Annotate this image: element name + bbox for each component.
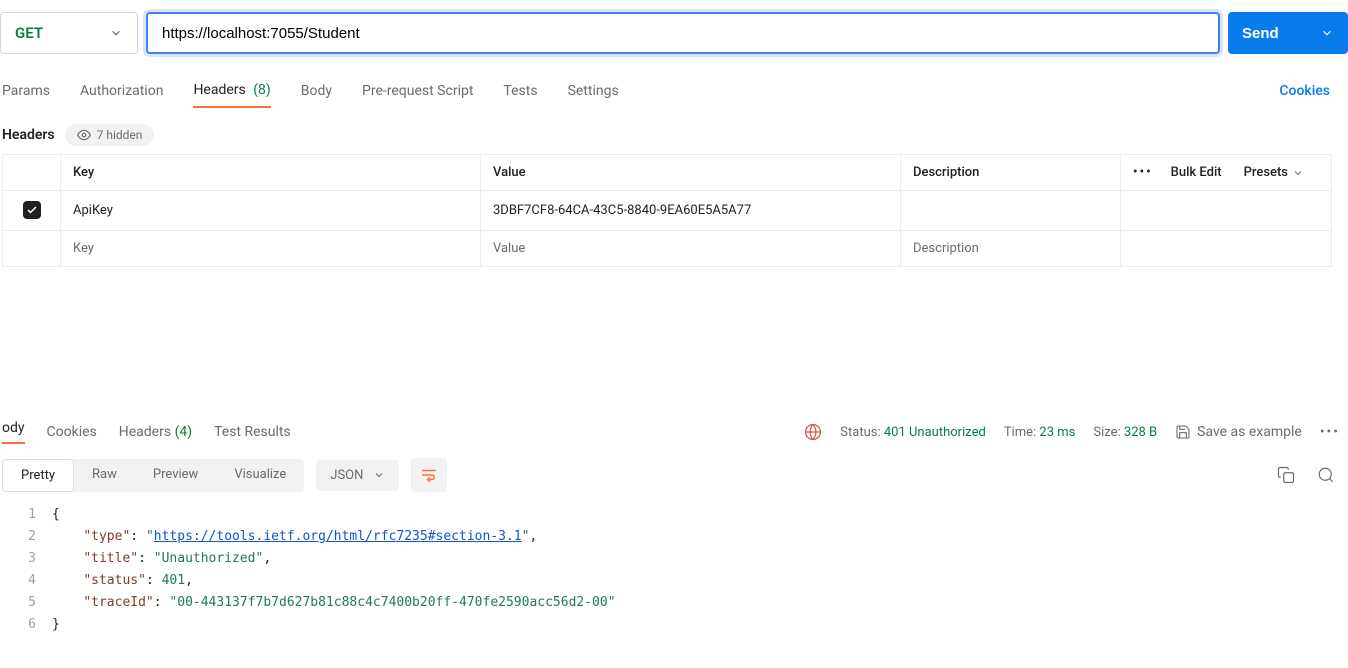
chevron-down-icon (1292, 167, 1304, 179)
table-row-empty[interactable]: Key Value Description (3, 231, 1332, 267)
response-tab-body[interactable]: ody (2, 420, 25, 444)
chevron-down-icon (1320, 26, 1334, 40)
globe-error-icon[interactable] (804, 423, 822, 441)
header-value-cell[interactable]: 3DBF7CF8-64CA-43C5-8840-9EA60E5A5A77 (481, 191, 901, 231)
col-value: Value (481, 155, 901, 191)
response-body[interactable]: 123456 { "type": "https://tools.ietf.org… (0, 500, 1348, 636)
search-button[interactable] (1312, 461, 1340, 489)
tab-headers-label: Headers (193, 82, 245, 98)
size-meta: Size: 328 B (1093, 425, 1157, 440)
col-key: Key (61, 155, 481, 191)
tab-headers[interactable]: Headers (8) (193, 74, 270, 108)
tab-prerequest[interactable]: Pre-request Script (362, 75, 473, 107)
time-meta: Time: 23 ms (1004, 425, 1076, 440)
table-row[interactable]: ApiKey 3DBF7CF8-64CA-43C5-8840-9EA60E5A5… (3, 191, 1332, 231)
view-raw[interactable]: Raw (74, 459, 135, 492)
response-tab-test-results[interactable]: Test Results (214, 424, 291, 440)
tab-params[interactable]: Params (2, 75, 50, 107)
copy-icon (1277, 466, 1295, 484)
copy-button[interactable] (1272, 461, 1300, 489)
http-method-select[interactable]: GET (0, 12, 138, 54)
header-key-cell[interactable]: ApiKey (61, 191, 481, 231)
more-actions-icon[interactable]: ••• (1320, 424, 1340, 440)
send-button-label: Send (1242, 25, 1279, 42)
header-key-placeholder[interactable]: Key (61, 231, 481, 267)
tab-settings[interactable]: Settings (568, 75, 619, 107)
presets-dropdown[interactable]: Presets (1244, 165, 1304, 180)
eye-icon (77, 128, 91, 142)
cookies-link[interactable]: Cookies (1279, 83, 1346, 99)
save-icon (1175, 424, 1191, 440)
request-url-input[interactable] (146, 12, 1220, 54)
tab-tests[interactable]: Tests (503, 75, 537, 107)
status-meta: Status: 401 Unauthorized (840, 425, 986, 440)
tab-authorization[interactable]: Authorization (80, 75, 163, 107)
header-description-cell[interactable] (901, 191, 1121, 231)
header-value-placeholder[interactable]: Value (481, 231, 901, 267)
check-icon (26, 204, 38, 216)
view-visualize[interactable]: Visualize (216, 459, 304, 492)
http-method-label: GET (15, 24, 43, 42)
send-button[interactable]: Send (1228, 12, 1348, 54)
line-gutter: 123456 (2, 504, 52, 636)
bulk-edit-link[interactable]: Bulk Edit (1171, 165, 1222, 180)
headers-title: Headers (2, 127, 55, 143)
col-description: Description (901, 155, 1121, 191)
view-preview[interactable]: Preview (135, 459, 216, 492)
row-checkbox[interactable] (23, 201, 41, 219)
wrap-icon (420, 466, 438, 484)
wrap-lines-button[interactable] (411, 458, 447, 492)
view-pretty[interactable]: Pretty (2, 459, 74, 492)
more-options-icon[interactable]: ••• (1133, 165, 1153, 180)
header-description-placeholder[interactable]: Description (901, 231, 1121, 267)
tab-headers-count: (8) (253, 82, 271, 98)
search-icon (1317, 466, 1335, 484)
hidden-headers-label: 7 hidden (97, 128, 143, 142)
response-tab-headers[interactable]: Headers (4) (119, 424, 192, 440)
chevron-down-icon (373, 469, 385, 481)
json-code: { "type": "https://tools.ietf.org/html/r… (52, 504, 616, 636)
tab-body[interactable]: Body (301, 75, 332, 107)
headers-table: Key Value Description ••• Bulk Edit Pres… (2, 154, 1332, 267)
hidden-headers-toggle[interactable]: 7 hidden (65, 124, 155, 146)
save-as-example-button[interactable]: Save as example (1175, 424, 1302, 440)
format-dropdown[interactable]: JSON (316, 460, 399, 491)
response-tab-cookies[interactable]: Cookies (47, 424, 97, 440)
view-mode-segmented: Pretty Raw Preview Visualize (2, 459, 304, 492)
chevron-down-icon (109, 26, 123, 40)
